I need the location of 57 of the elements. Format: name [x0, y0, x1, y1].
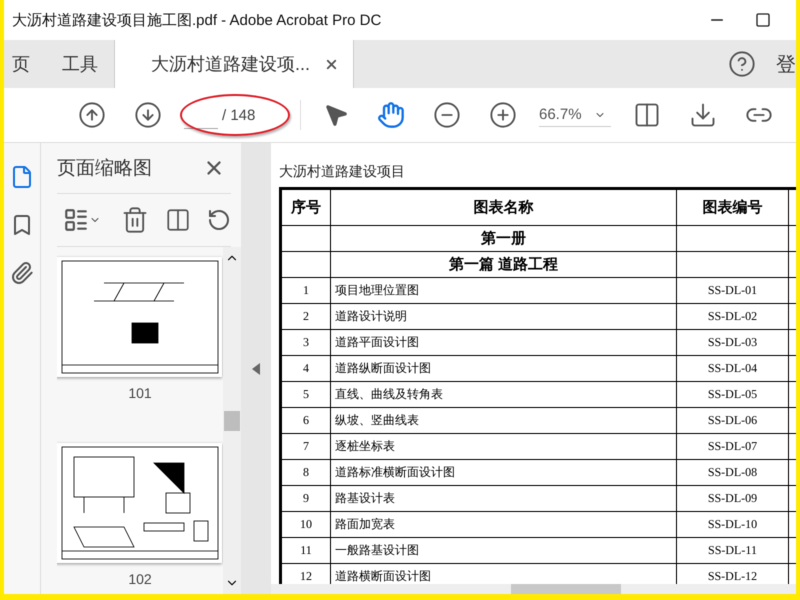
- table-cell: SS-DL-07: [676, 434, 788, 460]
- table-cell: SS-DL-10: [676, 512, 788, 538]
- column-header: 序号: [280, 188, 330, 226]
- horizontal-scrollbar[interactable]: [271, 584, 796, 594]
- table-cell: SS-DL-11: [676, 538, 788, 564]
- table-cell: 5: [280, 382, 330, 408]
- table-cell: 一般路基设计图: [330, 538, 676, 564]
- column-header: 图表名称: [330, 188, 676, 226]
- table-cell: 6: [280, 408, 330, 434]
- table-cell: 路基设计表: [330, 486, 676, 512]
- tab[interactable]: 页: [4, 40, 46, 88]
- table-cell: SS-DL-03: [676, 330, 788, 356]
- table-cell: 第一篇 道路工程: [330, 252, 676, 278]
- column-header: 图表编号: [676, 188, 788, 226]
- table-cell: 10: [280, 512, 330, 538]
- table-cell: SS-DL-06: [676, 408, 788, 434]
- drawing-thumbnail[interactable]: [57, 257, 222, 377]
- table-cell: 8: [280, 460, 330, 486]
- drawing-thumbnail[interactable]: [57, 443, 222, 563]
- tab[interactable]: 大沥村道路建设项...: [114, 40, 354, 88]
- table-cell: 4: [280, 356, 330, 382]
- table-cell: 1: [280, 278, 330, 304]
- table-cell: 9: [280, 486, 330, 512]
- table-cell: SS-DL-04: [676, 356, 788, 382]
- page-total: / 148: [222, 106, 256, 124]
- table-cell: SS-DL-05: [676, 382, 788, 408]
- scrollbar-thumb[interactable]: [224, 410, 240, 430]
- table-cell: SS-DL-09: [676, 486, 788, 512]
- table-cell: 7: [280, 434, 330, 460]
- table-cell: SS-DL-02: [676, 304, 788, 330]
- table-cell: 3: [280, 330, 330, 356]
- page-number: 102: [128, 571, 152, 587]
- zoom-dropdown[interactable]: 66.7%: [539, 103, 611, 127]
- sign-in-link[interactable]: 登: [762, 40, 796, 88]
- panel-title: 页面缩略图: [57, 157, 152, 181]
- table-cell: SS-DL-08: [676, 460, 788, 486]
- table-cell: 第一册: [330, 226, 676, 252]
- document-header: 大沥村道路建设项目: [279, 163, 406, 181]
- tab[interactable]: 工具: [46, 40, 114, 88]
- table-cell: 逐桩坐标表: [330, 434, 676, 460]
- table-cell: 道路平面设计图: [330, 330, 676, 356]
- table-cell: 道路设计说明: [330, 304, 676, 330]
- maximize-icon[interactable]: [755, 12, 771, 28]
- table-cell: 11: [280, 538, 330, 564]
- table-cell: 2: [280, 304, 330, 330]
- table-cell: 道路标准横断面设计图: [330, 460, 676, 486]
- window-title: 大沥村道路建设项目施工图.pdf - Adobe Acrobat Pro DC: [12, 10, 382, 30]
- table-cell: SS-DL-01: [676, 278, 788, 304]
- table-cell: 纵坡、竖曲线表: [330, 408, 676, 434]
- table-cell: 项目地理位置图: [330, 278, 676, 304]
- table-cell: 直线、曲线及转角表: [330, 382, 676, 408]
- scrollbar-thumb[interactable]: [511, 584, 621, 594]
- scrollbar[interactable]: [223, 247, 241, 594]
- collapse-triangle-icon[interactable]: [252, 362, 260, 374]
- table-cell: 道路纵断面设计图: [330, 356, 676, 382]
- page-number: 101: [128, 385, 152, 401]
- table-cell: 路面加宽表: [330, 512, 676, 538]
